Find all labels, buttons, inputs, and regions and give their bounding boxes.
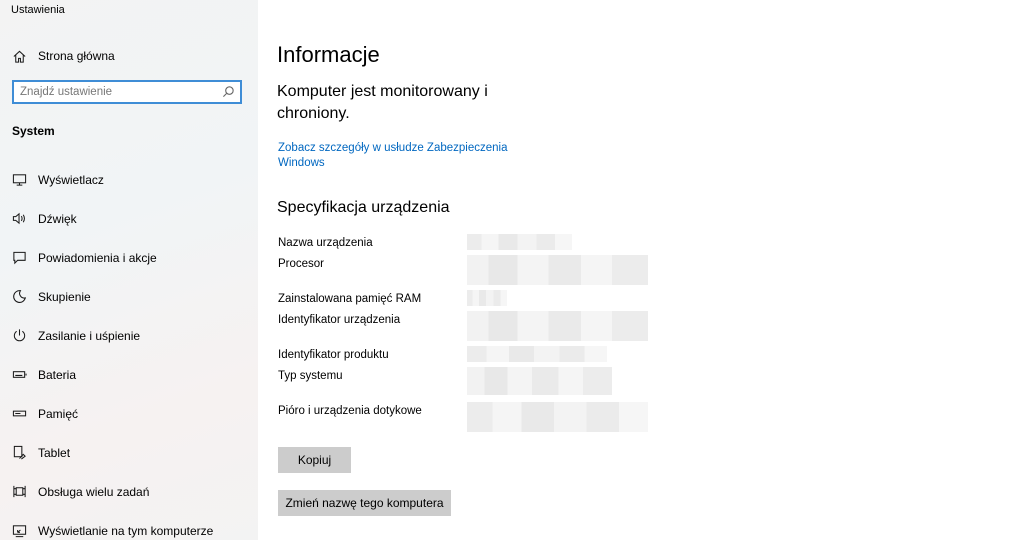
sidebar-item-notifications[interactable]: Powiadomienia i akcje xyxy=(0,238,258,277)
multitasking-icon xyxy=(11,484,27,500)
redacted-value xyxy=(467,290,507,306)
sidebar-item-project[interactable]: Wyświetlanie na tym komputerze xyxy=(0,511,258,550)
sidebar-item-label: Tablet xyxy=(38,445,71,460)
sidebar-item-label: Bateria xyxy=(38,367,77,382)
sidebar-item-label: Wyświetlacz xyxy=(38,172,104,187)
project-icon xyxy=(11,523,27,539)
notification-icon xyxy=(11,250,27,266)
spec-heading: Specyfikacja urządzenia xyxy=(277,199,450,216)
redacted-value xyxy=(467,346,607,362)
sidebar-item-multitasking[interactable]: Obsługa wielu zadań xyxy=(0,472,258,511)
settings-window: Ustawienia Strona główna System Wyświetl… xyxy=(0,0,1024,560)
sidebar-home[interactable]: Strona główna xyxy=(0,41,258,71)
battery-icon xyxy=(11,367,27,383)
search-box[interactable] xyxy=(12,80,242,104)
sidebar-item-display[interactable]: Wyświetlacz xyxy=(0,160,258,199)
search-input[interactable] xyxy=(20,84,220,100)
sidebar-item-battery[interactable]: Bateria xyxy=(0,355,258,394)
redacted-value xyxy=(467,402,648,432)
rename-pc-button[interactable]: Zmień nazwę tego komputera xyxy=(278,490,451,516)
sidebar-item-label: Powiadomienia i akcje xyxy=(38,250,157,265)
home-icon xyxy=(11,48,27,64)
sidebar-item-tablet[interactable]: Tablet xyxy=(0,433,258,472)
spec-label-product-id: Identyfikator produktu xyxy=(278,349,389,361)
app-title: Ustawienia xyxy=(11,4,65,16)
spec-label-system-type: Typ systemu xyxy=(278,370,343,382)
sidebar-item-label: Obsługa wielu zadań xyxy=(38,484,150,499)
sidebar-item-sound[interactable]: Dźwięk xyxy=(0,199,258,238)
spec-label-device-id: Identyfikator urządzenia xyxy=(278,314,401,326)
copy-button[interactable]: Kopiuj xyxy=(278,447,351,473)
tablet-icon xyxy=(11,445,27,461)
protection-status: Komputer jest monitorowany i chroniony. xyxy=(277,83,488,122)
redacted-value xyxy=(467,311,648,341)
security-details-link[interactable]: Zobacz szczegóły w usłudze Zabezpieczeni… xyxy=(278,141,518,171)
sidebar-item-label: Pamięć xyxy=(38,406,79,421)
redacted-value xyxy=(467,255,648,285)
section-heading: System xyxy=(12,124,55,138)
redacted-value xyxy=(467,367,612,395)
sidebar-item-label: Zasilanie i uśpienie xyxy=(38,328,141,343)
sidebar-home-label: Strona główna xyxy=(38,49,115,63)
sidebar-item-label: Wyświetlanie na tym komputerze xyxy=(38,523,214,538)
monitor-icon xyxy=(11,172,27,188)
spec-label-processor: Procesor xyxy=(278,258,325,270)
main-content: Informacje Komputer jest monitorowany i … xyxy=(258,0,1024,560)
moon-icon xyxy=(11,289,27,305)
sidebar-nav: Wyświetlacz Dźwięk Powiadomienia i akcje… xyxy=(0,160,258,550)
sidebar-item-label: Skupienie xyxy=(38,289,91,304)
sidebar-item-label: Dźwięk xyxy=(38,211,77,226)
redacted-value xyxy=(467,234,572,250)
sidebar: Ustawienia Strona główna System Wyświetl… xyxy=(0,0,258,540)
sidebar-item-focus[interactable]: Skupienie xyxy=(0,277,258,316)
sidebar-item-power[interactable]: Zasilanie i uśpienie xyxy=(0,316,258,355)
storage-icon xyxy=(11,406,27,422)
speaker-icon xyxy=(11,211,27,227)
sidebar-item-storage[interactable]: Pamięć xyxy=(0,394,258,433)
search-icon[interactable] xyxy=(222,85,236,99)
page-title: Informacje xyxy=(277,42,380,67)
spec-label-ram: Zainstalowana pamięć RAM xyxy=(278,293,422,305)
power-icon xyxy=(11,328,27,344)
spec-label-device-name: Nazwa urządzenia xyxy=(278,237,373,249)
spec-label-pen-touch: Pióro i urządzenia dotykowe xyxy=(278,405,422,417)
